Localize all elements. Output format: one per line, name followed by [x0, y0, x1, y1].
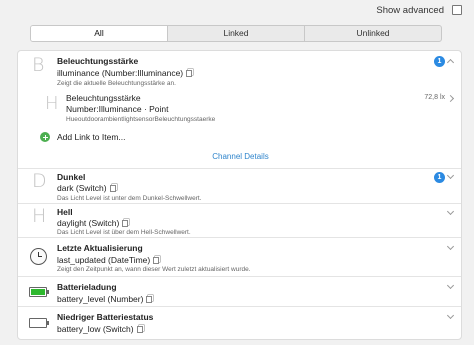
battery-full-icon — [29, 287, 49, 297]
channel-last-updated[interactable]: Letzte Aktualisierung last_updated (Date… — [18, 238, 461, 277]
channel-list: B Beleuchtungsstärke illuminance (Number… — [17, 50, 462, 340]
copy-icon[interactable] — [146, 296, 153, 303]
channel-battery-low[interactable]: Niedriger Batteriestatus battery_low (Sw… — [18, 307, 461, 339]
link-count-badge: 1 — [434, 56, 445, 67]
channel-details-link[interactable]: Channel Details — [18, 152, 461, 167]
chevron-down-icon[interactable] — [446, 171, 455, 180]
channel-description: Das Licht Level ist unter dem Dunkel-Sch… — [57, 195, 202, 202]
channel-title: Hell — [57, 207, 73, 217]
tab-all[interactable]: All — [31, 26, 168, 41]
copy-icon[interactable] — [186, 70, 193, 77]
channel-type: dark (Switch) — [57, 183, 116, 193]
battery-empty-icon — [29, 318, 49, 328]
channel-title: Batterieladung — [57, 282, 117, 292]
linked-item-title: Beleuchtungsstärke — [66, 93, 141, 103]
linked-item-name: HueoutdoorambientlightsensorBeleuchtungs… — [66, 116, 216, 123]
copy-icon[interactable] — [153, 257, 160, 264]
copy-icon[interactable] — [136, 326, 143, 333]
chevron-up-icon[interactable] — [446, 58, 455, 67]
chevron-down-icon[interactable] — [446, 242, 455, 251]
tab-linked[interactable]: Linked — [168, 26, 305, 41]
clock-icon — [30, 248, 47, 265]
chevron-down-icon[interactable] — [446, 207, 455, 216]
link-count-badge: 1 — [434, 172, 445, 183]
channel-letter-icon: B — [32, 54, 45, 76]
channel-description: Zeigt den Zeitpunkt an, wann dieser Wert… — [57, 266, 251, 273]
linked-item-value: 72,8 lx — [424, 94, 445, 101]
channel-type: daylight (Switch) — [57, 218, 129, 228]
item-letter-icon: H — [45, 93, 59, 114]
channel-title: Beleuchtungsstärke — [57, 56, 139, 66]
add-link-label: Add Link to Item... — [57, 132, 126, 142]
channel-type: illuminance (Number:Illuminance) — [57, 68, 193, 78]
chevron-down-icon[interactable] — [446, 281, 455, 290]
linked-item-row[interactable]: H Beleuchtungsstärke Number:Illuminance … — [18, 90, 461, 126]
channel-type: last_updated (DateTime) — [57, 255, 160, 265]
channel-description: Das Licht Level ist über dem Hell-Schwel… — [57, 229, 191, 236]
channel-dark[interactable]: D Dunkel dark (Switch) Das Licht Level i… — [18, 169, 461, 204]
copy-icon[interactable] — [122, 220, 129, 227]
show-advanced-checkbox[interactable] — [452, 5, 462, 15]
add-link-button[interactable]: Add Link to Item... — [18, 130, 461, 147]
chevron-right-icon[interactable] — [446, 94, 455, 103]
show-advanced-label: Show advanced — [376, 5, 444, 16]
channel-title: Niedriger Batteriestatus — [57, 312, 154, 322]
channel-description: Zeigt die aktuelle Beleuchtungsstärke an… — [57, 80, 176, 87]
channel-type: battery_level (Number) — [57, 294, 153, 304]
channel-title: Letzte Aktualisierung — [57, 243, 143, 253]
channel-letter-icon: H — [32, 205, 47, 227]
channel-daylight[interactable]: H Hell daylight (Switch) Das Licht Level… — [18, 204, 461, 238]
channel-title: Dunkel — [57, 172, 86, 182]
channel-illuminance[interactable]: B Beleuchtungsstärke illuminance (Number… — [18, 51, 461, 169]
chevron-down-icon[interactable] — [446, 311, 455, 320]
add-icon — [40, 132, 50, 142]
copy-icon[interactable] — [109, 185, 116, 192]
channel-type: battery_low (Switch) — [57, 324, 143, 334]
channel-letter-icon: D — [32, 170, 47, 192]
top-bar: Show advanced — [0, 0, 474, 22]
channel-battery-level[interactable]: Batterieladung battery_level (Number) — [18, 277, 461, 307]
filter-tabs: All Linked Unlinked — [30, 25, 442, 42]
linked-item-type: Number:Illuminance · Point — [66, 104, 169, 114]
tab-unlinked[interactable]: Unlinked — [305, 26, 441, 41]
